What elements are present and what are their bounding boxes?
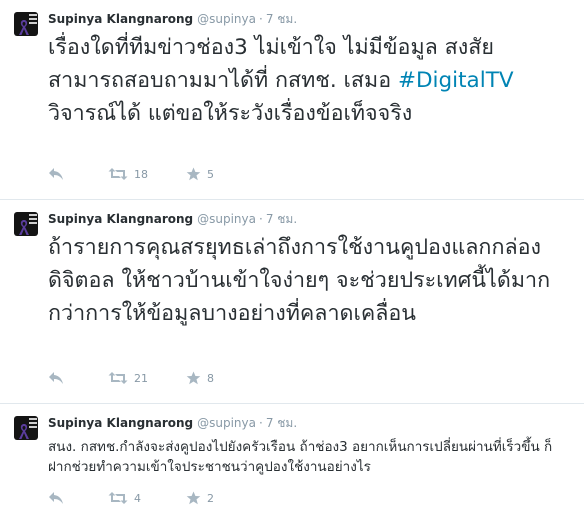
retweet-icon bbox=[108, 168, 128, 180]
reply-icon bbox=[49, 492, 63, 504]
retweet-icon bbox=[108, 372, 128, 384]
avatar[interactable] bbox=[14, 12, 38, 36]
star-icon bbox=[186, 491, 201, 505]
avatar[interactable] bbox=[14, 212, 38, 236]
favorite-button[interactable]: 8 bbox=[186, 371, 214, 385]
timestamp[interactable]: 7 ชม. bbox=[266, 212, 297, 226]
favorite-button[interactable]: 2 bbox=[186, 491, 214, 505]
separator: · bbox=[258, 416, 263, 430]
tweet-actions: 21 8 bbox=[48, 369, 214, 387]
timestamp[interactable]: 7 ชม. bbox=[266, 12, 297, 26]
display-name[interactable]: Supinya Klangnarong bbox=[48, 12, 193, 26]
ribbon-icon bbox=[19, 424, 29, 439]
timestamp[interactable]: 7 ชม. bbox=[266, 416, 297, 430]
avatar-text-lines bbox=[29, 14, 37, 16]
retweet-count: 4 bbox=[134, 491, 141, 505]
avatar-text-lines bbox=[29, 418, 37, 420]
reply-button[interactable] bbox=[48, 371, 108, 385]
ribbon-icon bbox=[19, 220, 29, 235]
separator: · bbox=[258, 212, 263, 226]
tweet-header: Supinya Klangnarong @supinya · 7 ชม. bbox=[48, 212, 297, 226]
username[interactable]: @supinya bbox=[197, 12, 256, 26]
hashtag-link[interactable]: #DigitalTV bbox=[398, 68, 514, 93]
tweet-3[interactable]: Supinya Klangnarong @supinya · 7 ชม. สนง. ก… bbox=[0, 404, 584, 522]
avatar[interactable] bbox=[14, 416, 38, 440]
reply-button[interactable] bbox=[48, 491, 108, 505]
display-name[interactable]: Supinya Klangnarong bbox=[48, 416, 193, 430]
star-icon bbox=[186, 371, 201, 385]
retweet-count: 18 bbox=[134, 167, 148, 181]
favorite-count: 8 bbox=[207, 371, 214, 385]
tweet-header: Supinya Klangnarong @supinya · 7 ชม. bbox=[48, 416, 297, 430]
tweet-header: Supinya Klangnarong @supinya · 7 ชม. bbox=[48, 12, 297, 26]
reply-icon bbox=[49, 168, 63, 180]
tweet-text: เรื่องใดที่ทีมข่าวช่อง3 ไม่เข้าใจ ไม่มีข… bbox=[48, 31, 574, 130]
tweet-text: ถ้ารายการคุณสรยุทธเล่าถึงการใช้งานคูปองแ… bbox=[48, 235, 551, 326]
retweet-button[interactable]: 18 bbox=[108, 167, 186, 181]
retweet-icon bbox=[108, 492, 128, 504]
tweet-2[interactable]: Supinya Klangnarong @supinya · 7 ชม. ถ้าราย… bbox=[0, 200, 584, 404]
separator: · bbox=[258, 12, 263, 26]
display-name[interactable]: Supinya Klangnarong bbox=[48, 212, 193, 226]
tweet-actions: 4 2 bbox=[48, 489, 214, 507]
retweet-button[interactable]: 4 bbox=[108, 491, 186, 505]
retweet-count: 21 bbox=[134, 371, 148, 385]
ribbon-icon bbox=[19, 20, 29, 35]
retweet-button[interactable]: 21 bbox=[108, 371, 186, 385]
username[interactable]: @supinya bbox=[197, 212, 256, 226]
favorite-count: 5 bbox=[207, 167, 214, 181]
avatar-text-lines bbox=[29, 214, 37, 216]
tweet-actions: 18 5 bbox=[48, 165, 214, 183]
reply-icon bbox=[49, 372, 63, 384]
username[interactable]: @supinya bbox=[197, 416, 256, 430]
tweet-1[interactable]: Supinya Klangnarong @supinya · 7 ชม. เรื่อง… bbox=[0, 0, 584, 200]
favorite-button[interactable]: 5 bbox=[186, 167, 214, 181]
tweet-text: สนง. กสทช.กำลังจะส่งคูปองไปยังครัวเรือน … bbox=[48, 439, 553, 475]
star-icon bbox=[186, 167, 201, 181]
tweet-text-part: วิจารณ์ได้ แต่ขอให้ระวังเรื่องข้อเท็จจริ… bbox=[48, 101, 413, 126]
favorite-count: 2 bbox=[207, 491, 214, 505]
reply-button[interactable] bbox=[48, 167, 108, 181]
